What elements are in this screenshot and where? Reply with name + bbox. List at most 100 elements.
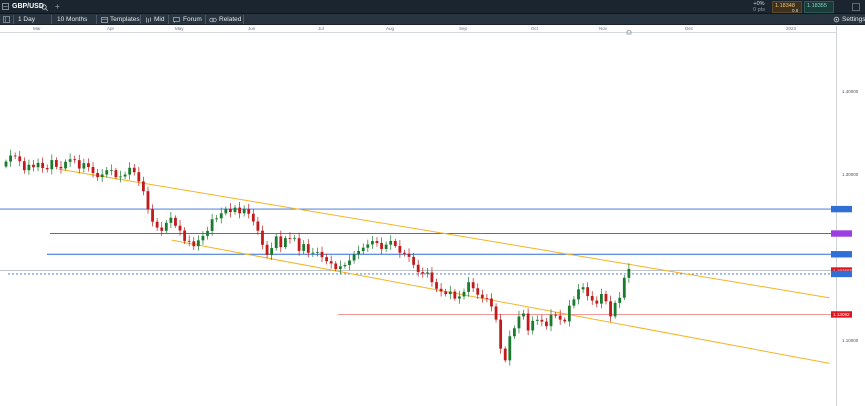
candle-body [325,257,328,262]
candle-body [430,272,434,283]
add-symbol-button[interactable]: + [55,0,60,14]
candle-body [36,162,40,168]
candle-body [219,213,223,219]
instrument-icon [2,3,9,10]
candle-body [508,336,512,361]
candle-body [132,167,136,173]
candle-body [485,298,489,299]
candle-body [407,253,411,257]
candle-body [114,170,118,178]
month-label: Jul [318,26,324,31]
candle-body [467,282,470,292]
candle-body [517,316,521,329]
candle-body [233,207,237,213]
level-tag-purple [831,230,852,237]
candle-body [590,296,594,301]
candle-body [586,287,590,297]
candle-body [535,319,539,321]
candle-body [119,176,122,178]
candle-body [82,163,86,169]
forum-button[interactable]: Forum [183,14,202,25]
candle-body [155,221,159,228]
range-selector[interactable]: 10 Months [57,14,87,25]
candle-body [68,159,72,162]
candle-body [77,160,81,169]
spread: 0.8 [792,8,799,13]
related-button[interactable]: Related [219,14,241,25]
candle-body [444,291,448,295]
candle-body [54,160,58,167]
mid-price-button[interactable]: Mid [154,14,164,25]
interval-selector[interactable]: 1 Day [18,14,35,25]
candle-body [265,244,269,255]
candle-body [9,155,12,162]
candle-body [27,164,31,171]
candles [4,149,631,366]
templates-button[interactable]: Templates [110,14,140,25]
related-icon [209,17,217,23]
candle-body [334,263,338,270]
candle-body [251,213,255,222]
buy-price: 1.18355 [807,3,827,9]
gear-icon[interactable] [833,16,840,23]
month-label: Nov [599,26,608,31]
candle-body [471,282,475,289]
change-box: +0% 0 pts [748,1,770,13]
candle-body [421,272,425,274]
chart-toolbar: 1 Day 10 Months Templates Mid Forum Rela… [0,14,865,25]
candle-body [545,321,548,327]
candle-body [522,313,525,317]
candle-body [480,294,484,299]
candle-body [279,236,283,248]
candle-body [384,244,388,249]
candle-body [613,302,617,317]
candle-body [41,162,45,169]
candle-body [137,172,141,182]
candle-body [13,155,17,157]
candle-body [210,219,214,231]
candle-body [572,299,576,306]
month-label: Mar [33,26,41,31]
month-label: Dec [685,26,694,31]
candle-body [169,217,173,223]
candle-body [352,254,356,261]
candle-body [229,208,232,213]
candle-body [256,221,260,231]
candle-body [128,167,132,175]
candle-body [242,208,246,214]
candle-body [87,163,90,168]
candle-body [270,248,274,255]
price-chart[interactable]: 1.1836861.13082 [0,33,865,406]
close-icon[interactable] [852,3,860,11]
level-tag-dashed [831,270,852,278]
candle-body [224,208,228,214]
candle-body [503,348,507,361]
candle-body [403,252,406,254]
candle-body [96,173,99,178]
candle-body [595,300,599,304]
candle-body [329,261,333,264]
search-icon[interactable] [41,4,48,11]
candle-body [178,225,182,231]
candle-body [164,222,168,231]
candle-body [375,241,379,244]
settings-button[interactable]: Settings [842,14,865,25]
candle-body [105,170,109,175]
candle-body [540,319,544,322]
menu-icon[interactable] [3,16,10,23]
month-label: Aug [386,26,395,31]
candle-body [45,168,49,170]
level-tag-blue [831,251,852,258]
candle-body [109,170,113,171]
candle-body [316,251,319,253]
top-bar: GBP/USD + +0% 0 pts 1.18348 0.8 1.18355 [0,0,865,14]
level-tag-red-text: 1.13082 [833,312,850,317]
candle-body [146,191,150,210]
candle-body [416,264,420,273]
candle-body [361,247,365,252]
candle-body [123,174,127,177]
symbol-label[interactable]: GBP/USD [12,0,44,14]
buy-price-button[interactable]: 1.18355 [804,1,834,13]
candle-body [4,161,8,167]
candle-body [22,161,26,171]
